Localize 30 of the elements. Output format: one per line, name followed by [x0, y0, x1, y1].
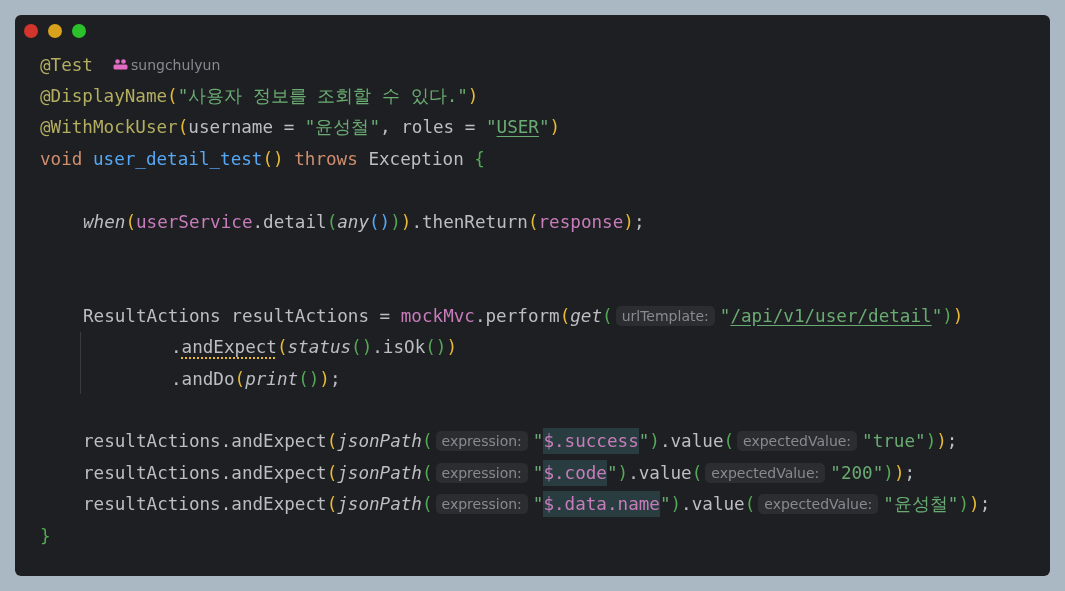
code-text: @DisplayName("사용자 정보를 조회할 수 있다.") — [40, 85, 479, 109]
parameter-hint: expectedValue: — [705, 462, 826, 483]
code-text: ResultActions resultActions = mockMvc.perform(get( — [83, 304, 613, 328]
code-text: "/api/v1/user/detail")) — [719, 304, 964, 328]
code-text: .andDo(print()); — [171, 367, 341, 391]
parameter-hint: urlTemplate: — [615, 305, 715, 326]
code-text: "윤성철")); — [883, 493, 991, 517]
code-text: resultActions.andExpect(jsonPath( — [83, 461, 433, 485]
code-text: "true")); — [862, 430, 958, 454]
window-control-button[interactable] — [48, 24, 62, 38]
code-text: @Test — [40, 53, 93, 77]
window-control-button[interactable] — [24, 24, 38, 38]
code-text: void user_detail_test() throws Exception { — [40, 147, 485, 171]
code-text: "200")); — [830, 461, 916, 485]
people-icon — [112, 59, 128, 71]
window-control-button[interactable] — [72, 24, 86, 38]
code-text: resultActions.andExpect(jsonPath( — [83, 493, 433, 517]
parameter-hint: expectedValue: — [758, 494, 879, 515]
code-text: "$.code").value( — [532, 459, 703, 486]
code-text: resultActions.andExpect(jsonPath( — [83, 430, 433, 454]
parameter-hint: expression: — [435, 462, 528, 483]
code-text: .andExpect(status().isOk()) — [171, 336, 458, 360]
author-name: sungchulyun — [130, 56, 221, 73]
parameter-hint: expectedValue: — [737, 431, 858, 452]
code-text: when(userService.detail(any())).thenReturn(response); — [83, 210, 645, 234]
code-text: "$.success").value( — [532, 428, 735, 455]
parameter-hint: expression: — [435, 431, 528, 452]
code-text: } — [40, 524, 51, 548]
parameter-hint: expression: — [435, 494, 528, 515]
code-text: @WithMockUser(username = "윤성철", roles = "USER") — [40, 116, 561, 140]
